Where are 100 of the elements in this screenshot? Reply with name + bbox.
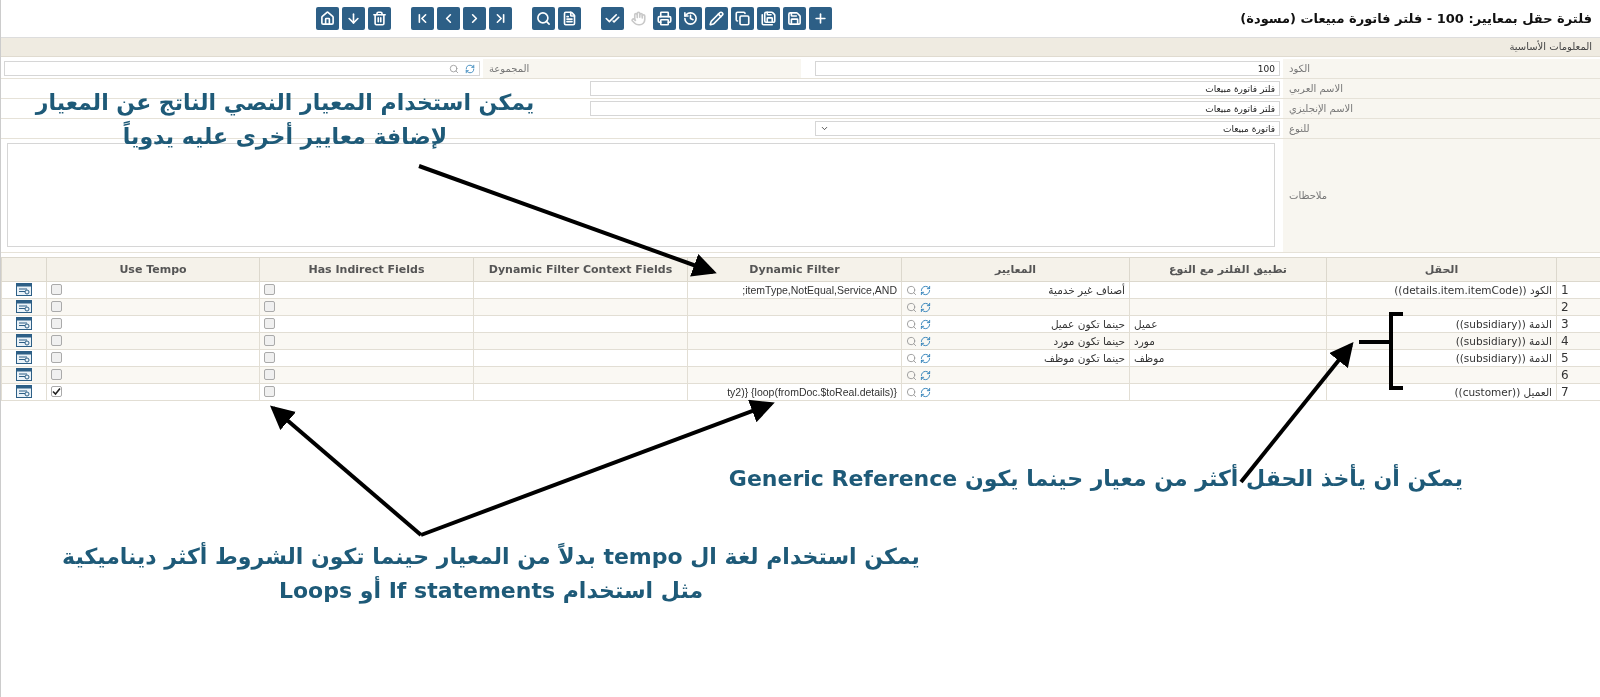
checkbox[interactable] (51, 368, 62, 380)
search-icon (906, 318, 917, 330)
document-icon (562, 11, 577, 26)
document-button[interactable] (558, 7, 581, 30)
column-header: Dynamic Filter Context Fields (473, 257, 688, 282)
refresh-icon (920, 284, 931, 296)
field-label: الاسم العربي (1289, 83, 1343, 94)
table-cell: حينما تكون عميل (1050, 318, 1125, 330)
table-cell: ;itemType,NotEqual,Service,AND (742, 284, 897, 296)
table-cell: الذمة ((subsidiary)) (1455, 318, 1552, 330)
first-button[interactable] (411, 7, 434, 30)
search-icon (906, 301, 917, 313)
arabic-name-field[interactable]: فلتر فاتورة مبيعات (590, 81, 1280, 96)
trash-button[interactable] (368, 7, 391, 30)
copy-icon (735, 11, 750, 26)
checkbox[interactable] (51, 385, 62, 397)
row-details-icon[interactable] (16, 367, 32, 381)
save-icon (761, 11, 776, 26)
checkbox[interactable] (51, 334, 62, 346)
save-button[interactable] (783, 7, 806, 30)
table-cell: عميل (1134, 318, 1158, 330)
table-cell: الذمة ((subsidiary)) (1455, 352, 1552, 364)
group-field[interactable] (4, 61, 480, 76)
column-header: Has Indirect Fields (259, 257, 474, 282)
window-title: فلترة حقل بمعايير: 100 - فلتر فاتورة مبيعات (مسودة) (1239, 11, 1592, 26)
plus-icon (813, 11, 828, 26)
plus-button[interactable] (809, 7, 832, 30)
table-cell: ty2)} {loop(fromDoc.$toReal.details)} (727, 386, 897, 398)
last-button[interactable] (489, 7, 512, 30)
check-button[interactable] (601, 7, 624, 30)
search-icon (536, 11, 551, 26)
row-details-icon[interactable] (16, 282, 32, 296)
checkbox[interactable] (264, 283, 275, 295)
row-number: 1 (1561, 283, 1569, 297)
trash-icon (372, 11, 387, 26)
table-cell: الكود ((details.item.itemCode)) (1394, 284, 1552, 296)
checkbox[interactable] (51, 283, 62, 295)
row-number: 5 (1561, 351, 1569, 365)
search-icon (906, 369, 917, 381)
printer-button[interactable] (653, 7, 676, 30)
column-header: تطبيق الفلتر مع النوع (1129, 257, 1327, 282)
pencil-icon (709, 11, 724, 26)
table-cell: موظف (1134, 352, 1165, 364)
annotation-text: لإضافة معايير أخرى عليه يدوياً (11, 120, 559, 155)
row-details-icon[interactable] (16, 333, 32, 347)
annotation-text: مثل استخدام If statements أو Loops (278, 575, 704, 606)
copy-button[interactable] (731, 7, 754, 30)
row-details-icon[interactable] (16, 299, 32, 313)
search-icon (906, 335, 917, 347)
checkbox[interactable] (264, 385, 275, 397)
row-details-icon[interactable] (16, 384, 32, 398)
table-cell: الذمة ((subsidiary)) (1455, 335, 1552, 347)
checkbox[interactable] (264, 317, 275, 329)
row-number: 3 (1561, 317, 1569, 331)
field-label: الاسم الإنجليزي (1289, 103, 1354, 114)
row-number: 7 (1561, 385, 1569, 399)
checkbox[interactable] (51, 300, 62, 312)
save-icon (787, 11, 802, 26)
checkbox[interactable] (51, 317, 62, 329)
column-header: المعايير (901, 257, 1130, 282)
printer-icon (657, 11, 672, 26)
checkbox[interactable] (51, 351, 62, 363)
type-dropdown[interactable]: فاتورة مبيعات (815, 121, 1280, 136)
save-button[interactable] (757, 7, 780, 30)
field-label: الكود (1289, 63, 1310, 74)
row-details-icon[interactable] (16, 350, 32, 364)
check-icon (605, 11, 620, 26)
checkbox[interactable] (264, 368, 275, 380)
checkbox[interactable] (264, 300, 275, 312)
field-label: ملاحظات (1289, 190, 1328, 201)
checkbox[interactable] (264, 334, 275, 346)
history-icon (683, 11, 698, 26)
refresh-icon (920, 335, 931, 347)
table-cell: حينما تكون مورد (1053, 335, 1125, 347)
column-header: Dynamic Filter (687, 257, 902, 282)
column-header: الحقل (1326, 257, 1557, 282)
annotation-text: يمكن استخدام لغة ال tempo بدلاً من المعيار حينما تكون الشروط أكثر ديناميكية (61, 541, 921, 572)
code-field[interactable]: 100 (815, 61, 1280, 76)
pencil-button[interactable] (705, 7, 728, 30)
refresh-icon (920, 386, 931, 398)
row-number: 2 (1561, 300, 1569, 314)
table-cell: العميل ((customer)) (1454, 386, 1552, 398)
search-icon (906, 386, 917, 398)
row-details-icon[interactable] (16, 316, 32, 330)
row-number: 4 (1561, 334, 1569, 348)
next-button[interactable] (463, 7, 486, 30)
search-button[interactable] (532, 7, 555, 30)
history-button[interactable] (679, 7, 702, 30)
field-label: للنوع (1289, 123, 1310, 134)
refresh-icon (920, 318, 931, 330)
checkbox[interactable] (264, 351, 275, 363)
table-cell: حينما تكون موظف (1044, 352, 1125, 364)
annotation-text: يمكن أن يأخذ الحقل أكثر من معيار حينما يكون Generic Reference (727, 463, 1465, 494)
previous-button[interactable] (437, 7, 460, 30)
search-icon (906, 284, 917, 296)
section-title: المعلومات الأساسية (1509, 41, 1592, 52)
home-button[interactable] (316, 7, 339, 30)
field-label: المجموعة (489, 63, 530, 74)
english-name-field[interactable]: فلتر فاتورة مبيعات (590, 101, 1280, 116)
down-arrow-button[interactable] (342, 7, 365, 30)
